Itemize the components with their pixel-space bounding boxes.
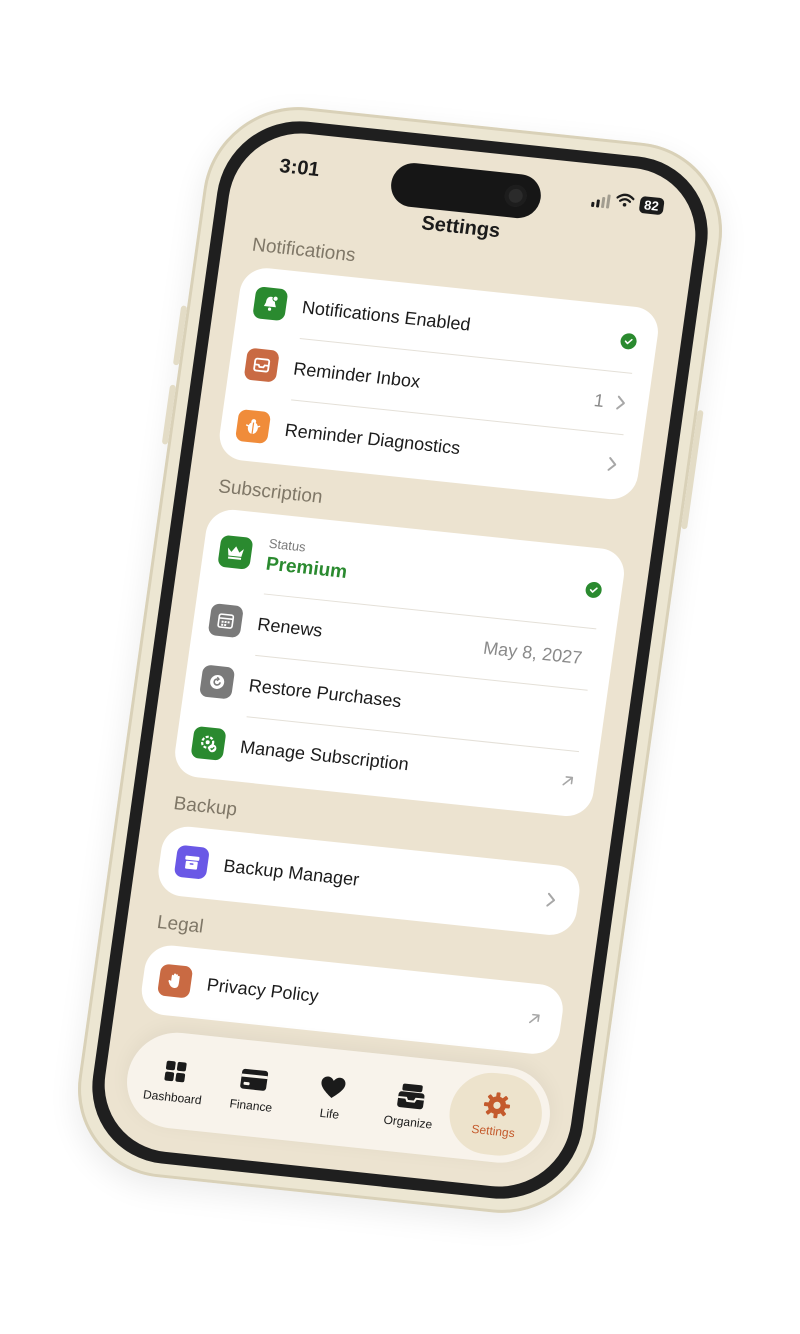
- crown-icon: [217, 534, 254, 570]
- reminder-inbox-count: 1: [592, 389, 606, 411]
- archivebox-icon: [173, 844, 210, 880]
- settings-list: Notifications Notifications Enabled Remi…: [136, 234, 666, 1074]
- chevron-right-icon: [543, 892, 559, 907]
- cellular-signal-icon: [590, 192, 611, 209]
- tab-life[interactable]: Life: [287, 1052, 377, 1141]
- gear-icon: [481, 1089, 513, 1122]
- battery-icon: 82: [638, 195, 665, 216]
- tray-icon: [243, 347, 280, 383]
- manage-subscription-label: Manage Subscription: [239, 736, 411, 774]
- reminder-inbox-label: Reminder Inbox: [292, 358, 422, 392]
- tab-finance-label: Finance: [228, 1096, 274, 1115]
- app-screen: 3:01 82 Settings Notifications Notificat…: [95, 126, 705, 1194]
- chevron-right-icon: [604, 457, 620, 472]
- privacy-policy-label: Privacy Policy: [205, 973, 320, 1006]
- status-indicators: 82: [590, 190, 665, 216]
- tab-organize[interactable]: Organize: [365, 1061, 455, 1150]
- phone-device: 3:01 82 Settings Notifications Notificat…: [66, 98, 734, 1222]
- camera-icon: [503, 183, 529, 208]
- backup-manager-label: Backup Manager: [222, 855, 361, 890]
- external-link-icon: [526, 1011, 542, 1026]
- hand-raised-icon: [156, 963, 194, 999]
- notifications-card: Notifications Enabled Reminder Inbox 1 R…: [216, 265, 662, 502]
- tab-settings-label: Settings: [470, 1121, 516, 1141]
- tab-life-label: Life: [318, 1105, 341, 1122]
- chevron-right-icon: [613, 395, 629, 410]
- calendar-icon: [207, 603, 244, 639]
- renews-label: Renews: [256, 613, 324, 641]
- tab-dashboard-label: Dashboard: [142, 1087, 203, 1108]
- gear-check-icon: [190, 725, 227, 761]
- grid-icon: [162, 1055, 190, 1087]
- renews-date: May 8, 2027: [482, 637, 584, 668]
- tab-dashboard[interactable]: Dashboard: [130, 1036, 220, 1125]
- tab-organize-label: Organize: [382, 1112, 434, 1132]
- tab-finance[interactable]: Finance: [208, 1044, 298, 1133]
- status-time: 3:01: [278, 155, 321, 182]
- phone-bezel: 3:01 82 Settings Notifications Notificat…: [81, 113, 719, 1207]
- external-link-icon: [560, 773, 576, 788]
- reminder-diagnostics-label: Reminder Diagnostics: [283, 419, 462, 458]
- ladybug-icon: [234, 408, 272, 445]
- card-icon: [238, 1064, 270, 1097]
- restore-icon: [199, 664, 236, 700]
- subscription-card: Status Premium Renews May 8, 2027 Restor…: [171, 507, 628, 819]
- tab-settings[interactable]: Settings: [443, 1068, 548, 1160]
- tray-full-icon: [396, 1080, 428, 1113]
- heart-icon: [318, 1072, 348, 1104]
- bell-badge-icon: [252, 286, 289, 322]
- wifi-icon: [614, 192, 635, 213]
- checkmark-circle-icon: [584, 581, 603, 599]
- checkmark-circle-icon: [619, 332, 638, 351]
- stage: 3:01 82 Settings Notifications Notificat…: [0, 0, 800, 1334]
